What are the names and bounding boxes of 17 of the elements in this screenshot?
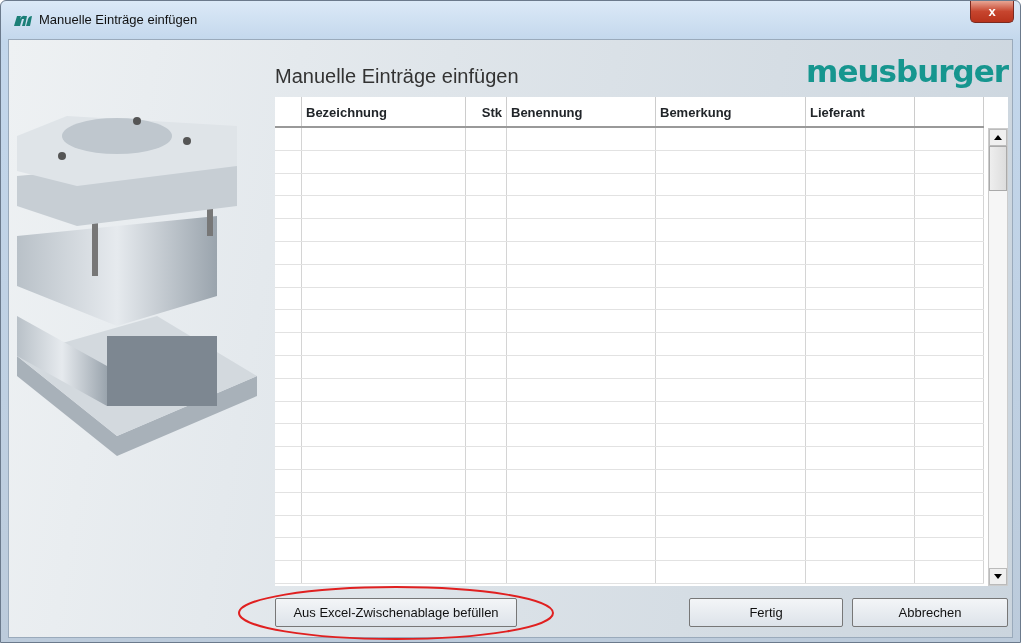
column-header[interactable]: Benennung [511, 105, 583, 120]
column-header[interactable]: Bezeichnung [306, 105, 387, 120]
action-button[interactable]: Aus Excel-Zwischenablage befüllen [275, 598, 517, 627]
column-header[interactable]: Stk [481, 105, 502, 120]
action-button[interactable]: Fertig [689, 598, 843, 627]
app-logo-icon [13, 13, 33, 27]
close-button[interactable]: x [970, 1, 1014, 23]
vertical-scrollbar[interactable] [988, 128, 1008, 586]
down-arrow-icon[interactable] [994, 574, 1002, 579]
scrollbar-thumb[interactable] [989, 146, 1007, 191]
up-arrow-icon[interactable] [994, 135, 1002, 140]
window-title: Manuelle Einträge einfügen [39, 11, 198, 30]
column-header[interactable]: Lieferant [810, 105, 865, 120]
column-header[interactable]: Bemerkung [660, 105, 732, 120]
action-button[interactable]: Abbrechen [852, 598, 1008, 627]
dialog-heading: Manuelle Einträge einfügen [275, 64, 519, 89]
brand-logo: meusburger [806, 56, 1008, 87]
